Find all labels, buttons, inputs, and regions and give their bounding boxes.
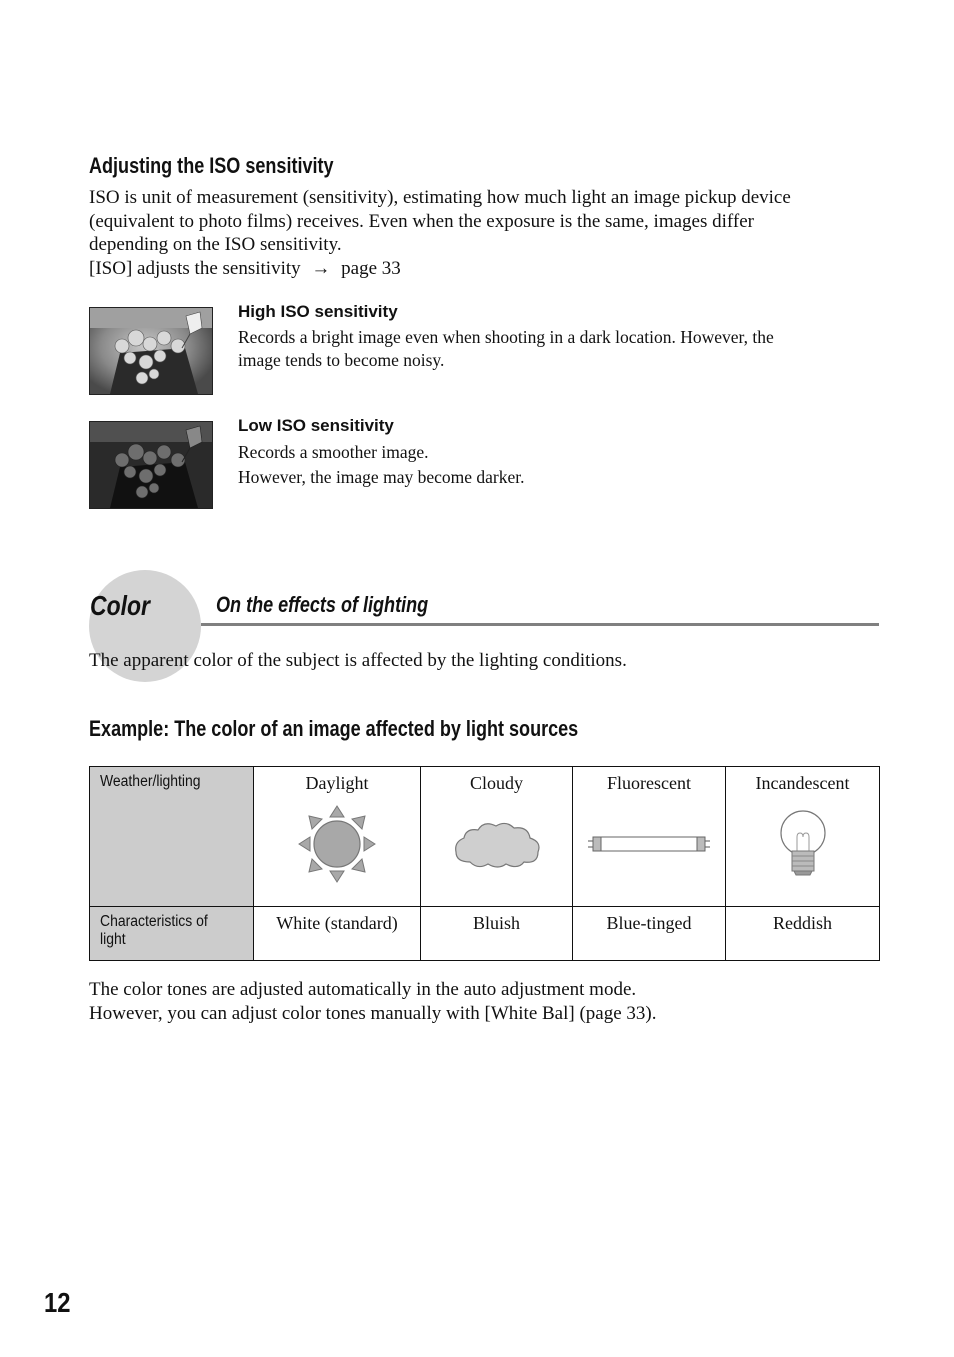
- characteristic-label: White (standard): [276, 913, 398, 933]
- fluorescent-tube-icon: [588, 836, 710, 852]
- lighting-table: Weather/lighting Daylight Cloudy Fluores…: [89, 766, 880, 961]
- row-header: Characteristics of light: [89, 906, 254, 961]
- table-cell: Reddish: [725, 906, 880, 961]
- table-cell: Incandescent: [725, 766, 880, 907]
- section-subtitle: On the effects of lighting: [216, 592, 429, 617]
- table-cell: Fluorescent: [572, 766, 726, 907]
- lighting-label: Cloudy: [469, 773, 523, 793]
- description-line: image tends to become noisy.: [238, 350, 445, 370]
- example-heading: Example: The color of an image affected …: [89, 716, 579, 741]
- color-footer: The color tones are adjusted automatical…: [89, 978, 657, 1026]
- iso-heading: Adjusting the ISO sensitivity: [89, 153, 334, 178]
- low-iso-photo: [89, 421, 213, 509]
- iso-reference-text: [ISO] adjusts the sensitivity: [89, 257, 301, 279]
- high-iso-description: Records a bright image even when shootin…: [238, 326, 878, 372]
- sun-icon: [298, 805, 376, 883]
- description-line: Records a bright image even when shootin…: [238, 327, 774, 347]
- light-bulb-icon: [779, 810, 826, 876]
- iso-paragraph-line: (equivalent to photo films) receives. Ev…: [89, 210, 754, 232]
- high-iso-photo: [89, 307, 213, 395]
- description-line: Records a smoother image.: [238, 442, 429, 462]
- high-iso-title: High ISO sensitivity: [238, 302, 398, 321]
- characteristic-label: Bluish: [472, 913, 520, 933]
- iso-paragraph-line: ISO is unit of measurement (sensitivity)…: [89, 187, 791, 208]
- iso-paragraph-line: depending on the ISO sensitivity.: [89, 234, 342, 255]
- row-header-label: Weather/lighting: [100, 773, 201, 790]
- page-number: 12: [44, 1287, 71, 1318]
- characteristic-label: Blue-tinged: [606, 913, 692, 933]
- row-header-label: Characteristics of light: [100, 913, 208, 948]
- table-cell: Bluish: [420, 906, 573, 961]
- table-row: Characteristics of light White (standard…: [89, 906, 880, 961]
- table-cell: White (standard): [253, 906, 421, 961]
- lighting-label: Fluorescent: [607, 773, 691, 793]
- cloud-icon: [454, 822, 540, 868]
- page-reference-link[interactable]: page 33: [341, 258, 401, 279]
- lighting-label: Daylight: [305, 773, 369, 793]
- right-arrow-icon: →: [311, 257, 331, 279]
- low-iso-description: Records a smoother image. However, the i…: [238, 440, 878, 490]
- footer-line: However, you can adjust color tones manu…: [89, 1003, 657, 1024]
- color-intro: The apparent color of the subject is aff…: [89, 650, 627, 671]
- footer-line: The color tones are adjusted automatical…: [89, 979, 637, 1000]
- iso-reference: [ISO] adjusts the sensitivity → page 33: [89, 257, 889, 281]
- table-cell: Blue-tinged: [572, 906, 726, 961]
- table-cell: Cloudy: [420, 766, 573, 907]
- table-row: Weather/lighting Daylight Cloudy Fluores…: [89, 766, 880, 907]
- section-tab-label: Color: [90, 590, 150, 621]
- characteristic-label: Reddish: [772, 913, 832, 933]
- table-cell: Daylight: [253, 766, 421, 907]
- row-header: Weather/lighting: [89, 766, 254, 907]
- description-line: However, the image may become darker.: [238, 467, 525, 487]
- iso-paragraph: ISO is unit of measurement (sensitivity)…: [89, 186, 889, 280]
- low-iso-title: Low ISO sensitivity: [238, 416, 394, 435]
- lighting-label: Incandescent: [755, 773, 850, 793]
- section-divider: [201, 623, 879, 626]
